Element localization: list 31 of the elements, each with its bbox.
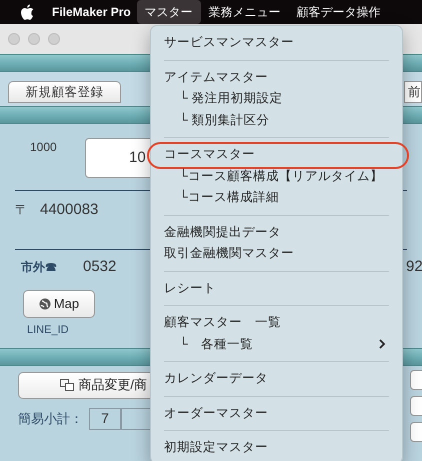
subtotal-cell: 7 xyxy=(89,408,121,430)
menu-title[interactable]: マスター xyxy=(136,0,201,24)
globe-icon xyxy=(38,298,51,310)
menu-item[interactable]: サービスマンマスター xyxy=(151,32,402,54)
code-label: 1000 xyxy=(30,139,57,156)
menu-item[interactable]: └コース構成詳細 xyxy=(151,187,402,208)
menu-item[interactable]: アイテムマスター xyxy=(151,66,402,88)
postal-mark: 〒 xyxy=(15,201,28,220)
menu-item[interactable]: オーダーマスター xyxy=(151,402,402,424)
line-id-label: LINE_ID xyxy=(27,323,69,338)
menu-title[interactable]: 業務メニュー xyxy=(200,0,289,24)
tab[interactable]: 新規顧客登録 xyxy=(8,81,121,103)
menu-item[interactable]: 顧客マスター 一覧 xyxy=(151,312,402,334)
map-button[interactable]: Map xyxy=(23,290,95,318)
copy-icon xyxy=(60,379,74,391)
menu-item[interactable]: 金融機関提出データ xyxy=(151,222,402,243)
menu-title[interactable]: 顧客データ操作 xyxy=(288,0,389,24)
apple-icon[interactable] xyxy=(20,4,34,20)
phone-area-code: 0532 xyxy=(83,256,116,277)
menu-item[interactable]: └ 各種一覧 xyxy=(151,334,402,355)
phone-label: 市外☎ xyxy=(21,259,57,276)
menu-item[interactable]: └ 発注用初期設定 xyxy=(151,88,402,110)
postal-code: 4400083 xyxy=(40,200,98,220)
menu-item[interactable]: 取引金融機関マスター xyxy=(151,243,402,264)
menu-item[interactable]: レシート xyxy=(151,278,402,299)
menu-item[interactable]: 初期設定マスター xyxy=(151,437,402,458)
phone-number: 92 xyxy=(406,256,422,277)
menu-item[interactable]: └ 類別集計区分 xyxy=(151,110,402,131)
app-name[interactable]: FileMaker Pro xyxy=(52,3,131,21)
subtotal-label: 簡易小計： xyxy=(18,410,83,428)
tab[interactable]: 前 xyxy=(404,81,422,103)
